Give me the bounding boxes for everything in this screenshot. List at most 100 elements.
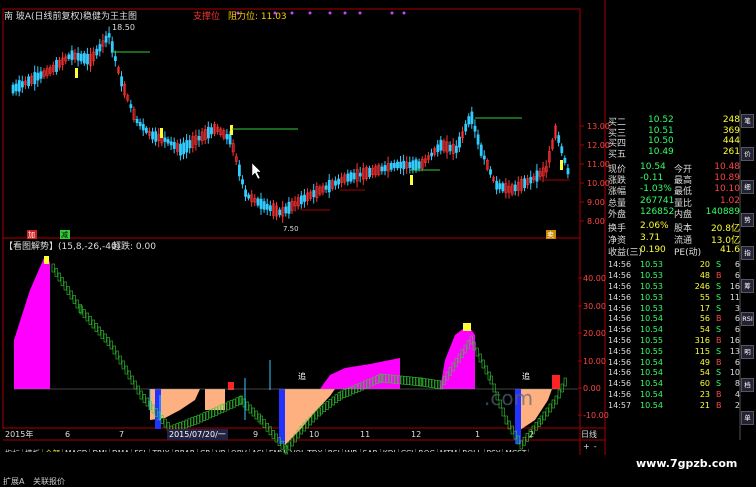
channel-step <box>431 379 435 389</box>
indicator-tab[interactable]: 全部 <box>43 449 63 452</box>
indicator-tab[interactable]: PSY <box>485 449 504 452</box>
candle-body <box>145 127 148 133</box>
indicator-tab[interactable]: DMI <box>90 449 110 452</box>
channel-step <box>139 390 143 400</box>
candle-body <box>337 178 341 185</box>
period-label[interactable]: 日线 <box>581 429 597 440</box>
channel-step <box>127 370 131 380</box>
tick-time: 14:56 <box>608 314 632 324</box>
quote-stat-value: -1.03% <box>640 184 672 195</box>
indicator-valley <box>205 389 225 410</box>
channel-step <box>133 380 137 390</box>
channel-step <box>109 340 113 350</box>
candle-body <box>247 194 251 199</box>
indicator-tick: -10.00 <box>583 411 609 420</box>
indicator-tab[interactable]: MCST <box>503 449 530 452</box>
side-tab[interactable]: 笔 <box>741 114 754 128</box>
tick-direction: B <box>716 271 722 281</box>
zoom-out-button[interactable]: - <box>592 442 599 451</box>
order-book-row: 买四 10.50 444 <box>608 136 740 149</box>
channel-step <box>251 407 255 417</box>
candle-body <box>20 81 24 88</box>
channel-step <box>112 345 116 355</box>
indicator-tab[interactable]: ASI <box>250 449 267 452</box>
indicator-tab[interactable]: MTM <box>438 449 461 452</box>
channel-step <box>60 277 64 286</box>
tick-volume: 23 <box>699 390 710 399</box>
side-tab[interactable]: 价 <box>741 147 754 161</box>
status-tab-linked-quote[interactable]: 关联报价 <box>33 477 65 486</box>
side-tab[interactable]: 势 <box>741 213 754 227</box>
indicator-tab[interactable]: DMA <box>110 449 133 452</box>
indicator-tab[interactable]: EMV <box>267 449 289 452</box>
zoom-in-button[interactable]: + <box>581 442 592 451</box>
candle-body <box>33 72 37 85</box>
side-tab[interactable]: 明 <box>741 345 754 359</box>
channel-step <box>345 388 349 397</box>
tick-time: 14:56 <box>608 325 632 335</box>
indicator-tab[interactable]: 模板 <box>23 449 43 452</box>
indicator-tab[interactable]: VR <box>213 449 229 452</box>
candlestick-series <box>11 26 570 223</box>
indicator-tab[interactable]: BRAR <box>173 449 199 452</box>
channel-step <box>72 295 76 304</box>
candle-body <box>86 53 89 65</box>
candle-body <box>479 144 483 156</box>
indicator-tab[interactable]: OBV <box>229 449 250 452</box>
status-tab-ext[interactable]: 扩展A <box>3 477 24 486</box>
indicator-tab[interactable]: MACD <box>63 449 91 452</box>
candle-body <box>188 140 192 149</box>
signal-candle <box>560 160 563 170</box>
indicator-tab[interactable]: FSL <box>132 449 151 452</box>
side-tab[interactable]: 筹 <box>741 279 754 293</box>
channel-step <box>85 312 89 322</box>
indicator-tick: 0.00 <box>583 384 601 393</box>
candle-body <box>287 201 291 214</box>
candle-body <box>303 194 306 202</box>
candle-body <box>225 134 229 140</box>
candle-body <box>262 201 266 210</box>
fundamental-label: PE(动) <box>674 247 702 258</box>
indicator-tab[interactable]: BOLL <box>460 449 485 452</box>
indicator-tab[interactable]: CR <box>198 449 214 452</box>
channel-step <box>103 333 107 343</box>
side-tab[interactable]: 细 <box>741 180 754 194</box>
indicator-tab[interactable]: CCI <box>399 449 417 452</box>
candle-body <box>268 205 272 212</box>
tick-time: 14:56 <box>608 368 632 378</box>
tick-time: 14:56 <box>608 379 632 389</box>
channel-step <box>481 359 485 369</box>
tick-price: 10.54 <box>640 379 663 389</box>
indicator-tab[interactable]: ROC <box>416 449 438 452</box>
tick-row: 14:56 10.53 20 S 6 <box>608 260 740 271</box>
quote-stat-value: 10.54 <box>640 162 666 172</box>
side-tab[interactable]: 档 <box>741 378 754 392</box>
tick-time: 14:56 <box>608 346 632 356</box>
side-tab[interactable]: 指 <box>741 246 754 260</box>
tick-time: 14:56 <box>608 303 632 313</box>
indicator-tab[interactable]: WR <box>343 449 361 452</box>
tick-volume: 316 <box>694 336 710 345</box>
indicator-tab[interactable]: KDJ <box>381 449 399 452</box>
tick-price: 10.54 <box>640 400 663 410</box>
indicator-tab[interactable]: RSI <box>326 449 343 452</box>
candle-body <box>476 134 480 145</box>
order-book-price: 10.49 <box>648 146 674 157</box>
candle-body <box>529 176 533 184</box>
indicator-tab[interactable]: SAR <box>361 449 381 452</box>
side-tab[interactable]: 单 <box>741 411 754 425</box>
candle-body <box>76 53 80 61</box>
sell-marker: 卖 <box>547 231 554 239</box>
candle-body <box>259 198 263 209</box>
tick-row: 14:56 10.53 48 B 6 <box>608 271 740 282</box>
candle-body <box>327 179 331 193</box>
candle-body <box>151 131 155 140</box>
signal-candle <box>160 128 163 138</box>
indicator-tab[interactable]: TRIX <box>150 449 173 452</box>
side-tab[interactable]: RSI <box>741 312 754 326</box>
order-book-label: 买五 <box>608 149 627 160</box>
indicator-tab[interactable]: VOL-TDX <box>288 449 326 452</box>
indicator-tab[interactable]: 指标 <box>3 449 23 452</box>
candle-body <box>535 170 539 182</box>
channel-step <box>322 403 326 413</box>
